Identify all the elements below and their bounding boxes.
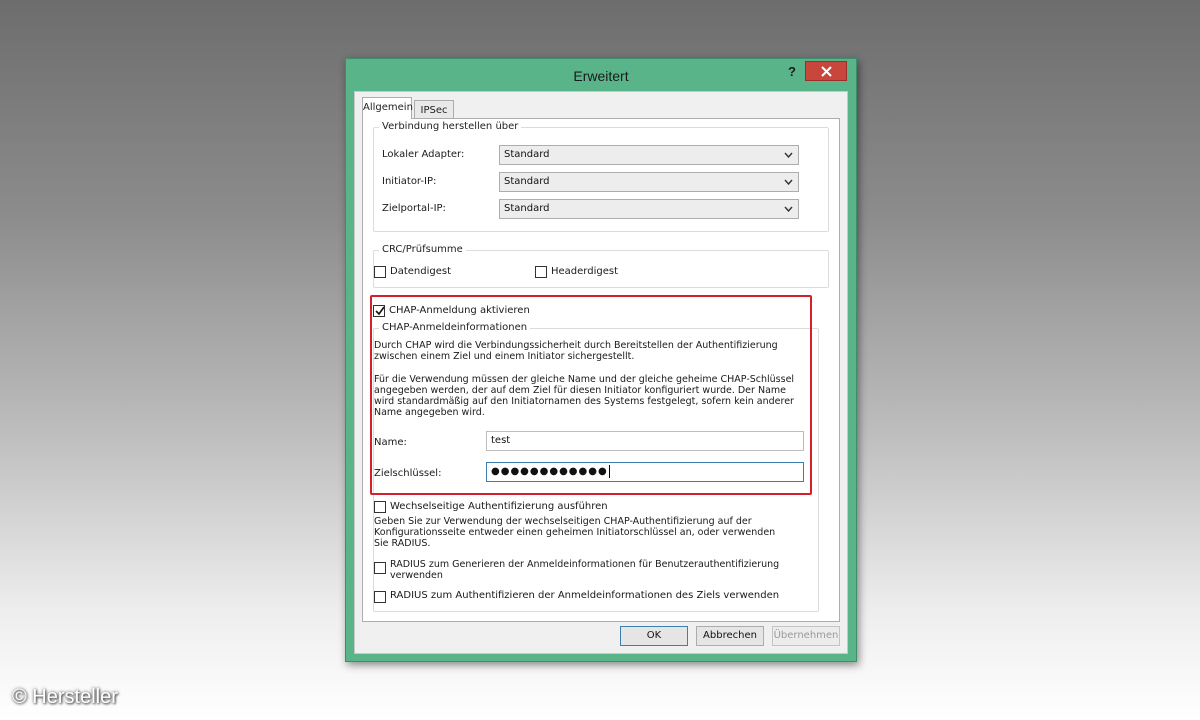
connection-group-title: Verbindung herstellen über (379, 121, 522, 133)
ok-button[interactable]: OK (620, 626, 688, 646)
chap-secret-label: Zielschlüssel: (374, 468, 442, 479)
data-digest-label[interactable]: Datendigest (390, 266, 451, 277)
mutual-auth-description: Geben Sie zur Verwendung der wechselseit… (374, 516, 776, 549)
chap-enable-label[interactable]: CHAP-Anmeldung aktivieren (389, 305, 530, 316)
mutual-auth-checkbox[interactable] (374, 501, 386, 513)
apply-button[interactable]: Übernehmen (772, 626, 840, 646)
chap-secret-input[interactable]: ●●●●●●●●●●●● (486, 462, 804, 482)
local-adapter-label: Lokaler Adapter: (382, 149, 465, 160)
advanced-dialog: Erweitert ? Allgemein IPSec Verbindung h… (345, 58, 857, 662)
close-icon (821, 66, 832, 77)
target-portal-ip-value: Standard (504, 203, 550, 214)
radius-generate-checkbox[interactable] (374, 562, 386, 574)
chap-credentials-title: CHAP-Anmeldeinformationen (379, 322, 531, 334)
data-digest-checkbox[interactable] (374, 266, 386, 278)
initiator-ip-value: Standard (504, 176, 550, 187)
radius-authenticate-checkbox[interactable] (374, 591, 386, 603)
mutual-auth-label[interactable]: Wechselseitige Authentifizierung ausführ… (390, 501, 608, 512)
initiator-ip-label: Initiator-IP: (382, 176, 437, 187)
chevron-down-icon (784, 152, 793, 158)
chap-usage-description: Für die Verwendung müssen der gleiche Na… (374, 374, 795, 418)
chevron-down-icon (784, 179, 793, 185)
tab-ipsec[interactable]: IPSec (414, 100, 454, 120)
checkmark-icon (375, 306, 385, 316)
crc-group: CRC/Prüfsumme Datendigest Headerdigest (373, 244, 829, 288)
target-portal-ip-label: Zielportal-IP: (382, 203, 446, 214)
chap-name-label: Name: (374, 437, 407, 448)
target-portal-ip-select[interactable]: Standard (499, 199, 799, 219)
chap-credentials-group: CHAP-Anmeldeinformationen Durch CHAP wir… (373, 322, 819, 612)
copyright-watermark: © Hersteller (12, 686, 118, 708)
radius-authenticate-label[interactable]: RADIUS zum Authentifizieren der Anmeldei… (390, 590, 779, 601)
cancel-button[interactable]: Abbrechen (696, 626, 764, 646)
chap-name-input[interactable]: test (486, 431, 804, 451)
connection-group: Verbindung herstellen über Lokaler Adapt… (373, 121, 829, 232)
chap-description: Durch CHAP wird die Verbindungssicherhei… (374, 340, 778, 362)
crc-group-title: CRC/Prüfsumme (379, 244, 466, 256)
dialog-title: Erweitert (573, 68, 629, 84)
text-caret (608, 464, 610, 478)
tab-allgemein[interactable]: Allgemein (362, 97, 413, 119)
radius-generate-label[interactable]: RADIUS zum Generieren der Anmeldeinforma… (390, 559, 790, 581)
local-adapter-value: Standard (504, 149, 550, 160)
dialog-body: Allgemein IPSec Verbindung herstellen üb… (354, 91, 848, 654)
chevron-down-icon (784, 206, 793, 212)
header-digest-label[interactable]: Headerdigest (551, 266, 618, 277)
chap-enable-checkbox[interactable] (373, 305, 385, 317)
tab-panel-allgemein: Verbindung herstellen über Lokaler Adapt… (362, 118, 840, 622)
local-adapter-select[interactable]: Standard (499, 145, 799, 165)
header-digest-checkbox[interactable] (535, 266, 547, 278)
initiator-ip-select[interactable]: Standard (499, 172, 799, 192)
title-bar[interactable]: Erweitert ? (346, 59, 856, 91)
close-button[interactable] (805, 61, 847, 81)
chap-secret-value: ●●●●●●●●●●●● (491, 466, 608, 477)
help-button[interactable]: ? (781, 62, 803, 82)
